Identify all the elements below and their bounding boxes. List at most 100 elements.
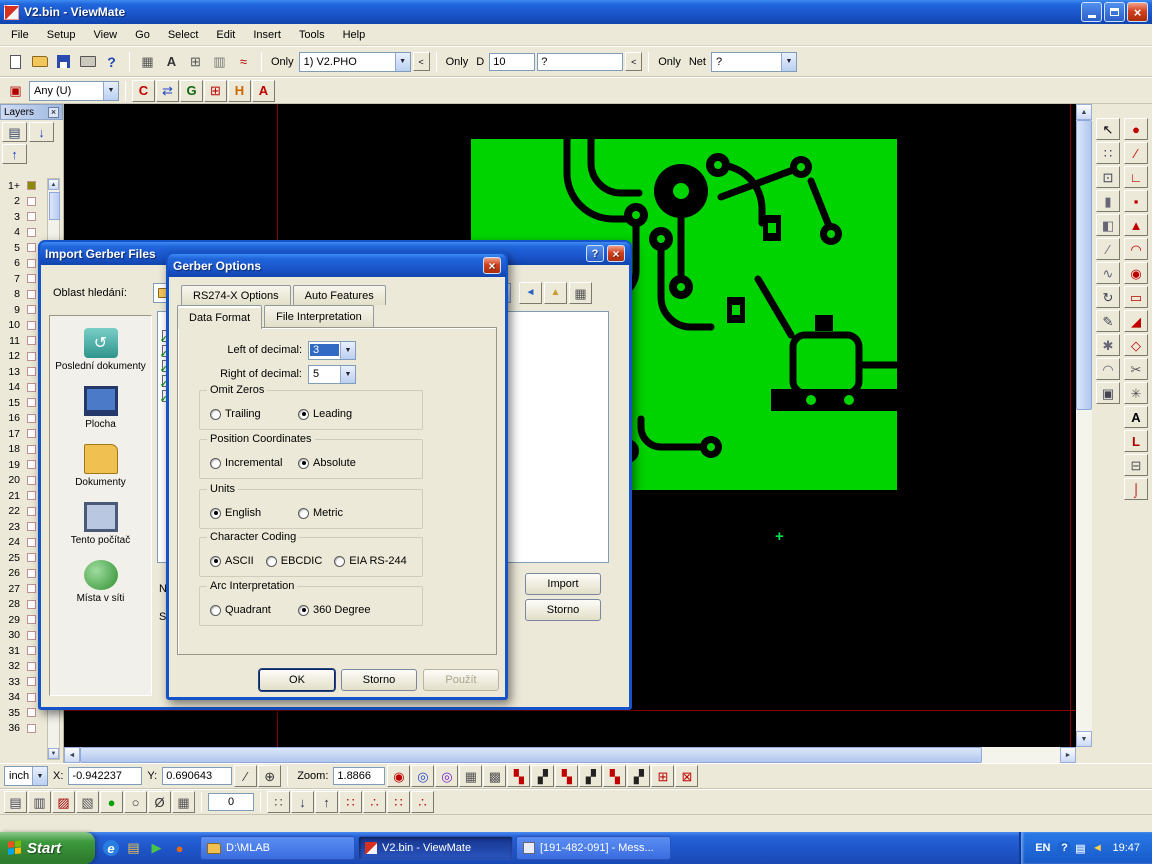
- layer-up-button[interactable]: ↑: [2, 144, 27, 164]
- layer-color-swatch[interactable]: [27, 429, 36, 438]
- x-coordinate-value[interactable]: -0.942237: [68, 767, 142, 785]
- menu-item[interactable]: Insert: [244, 26, 290, 44]
- dcode-input[interactable]: 10: [489, 53, 535, 71]
- restore-button[interactable]: [1104, 2, 1125, 22]
- scroll-up-icon[interactable]: ▲: [48, 179, 59, 190]
- left-of-decimal-combo[interactable]: 3 ▼: [308, 341, 356, 360]
- layer-color-swatch[interactable]: [27, 724, 36, 733]
- previous-layer-button[interactable]: <: [413, 52, 430, 71]
- pad-draw-icon[interactable]: ●: [1124, 118, 1148, 140]
- diameter-icon[interactable]: Ø: [148, 791, 171, 813]
- diamond-draw-icon[interactable]: ◇: [1124, 334, 1148, 356]
- taskbar-button[interactable]: V2.bin - ViewMate: [358, 836, 513, 860]
- grid-b-icon[interactable]: ▩: [483, 765, 506, 787]
- layer-row[interactable]: 36: [0, 721, 46, 737]
- pattern-4-icon[interactable]: ▞: [579, 765, 602, 787]
- menu-item[interactable]: View: [84, 26, 126, 44]
- browser-quick-icon[interactable]: ●: [171, 840, 188, 857]
- gerber-g-button[interactable]: G: [180, 80, 203, 102]
- mirror-tool-icon[interactable]: ◧: [1096, 214, 1120, 236]
- layer-color-swatch[interactable]: [27, 228, 36, 237]
- taskbar-button[interactable]: D:\MLAB: [200, 836, 355, 860]
- select-grid-icon[interactable]: ⊞: [651, 765, 674, 787]
- layer-color-swatch[interactable]: [27, 662, 36, 671]
- radio-360-degree[interactable]: 360 Degree: [298, 604, 371, 616]
- swap-arrows-button[interactable]: ⇄: [156, 80, 179, 102]
- overlay-icon[interactable]: ⊞: [184, 51, 207, 73]
- place-documents[interactable]: Dokumenty: [53, 444, 149, 488]
- anchor-down-icon[interactable]: ↓: [291, 791, 314, 813]
- scroll-right-icon[interactable]: ►: [1060, 747, 1076, 763]
- dcode-table-icon[interactable]: ▦: [136, 51, 159, 73]
- pencil-tool-icon[interactable]: ✎: [1096, 310, 1120, 332]
- layer-color-swatch[interactable]: [27, 367, 36, 376]
- only-net-label[interactable]: Only: [658, 56, 681, 68]
- flip-vertical-icon[interactable]: ▤: [4, 791, 27, 813]
- y-coordinate-value[interactable]: 0.690643: [162, 767, 232, 785]
- pattern-2-icon[interactable]: ▞: [531, 765, 554, 787]
- close-button[interactable]: ×: [1127, 2, 1148, 22]
- vertical-scroll-thumb[interactable]: [1076, 120, 1092, 410]
- origin-target-icon[interactable]: ⊕: [258, 765, 281, 787]
- layer-color-swatch[interactable]: [27, 553, 36, 562]
- layer-color-swatch[interactable]: [27, 336, 36, 345]
- place-network[interactable]: Místa v síti: [53, 560, 149, 604]
- back-icon[interactable]: ◄: [519, 282, 542, 304]
- ie-icon[interactable]: e: [103, 840, 119, 856]
- layer-color-swatch[interactable]: [27, 259, 36, 268]
- layer-color-swatch[interactable]: [27, 305, 36, 314]
- tab-auto-features[interactable]: Auto Features: [293, 285, 386, 305]
- layer-row[interactable]: 2: [0, 194, 46, 210]
- tray-help-icon[interactable]: ?: [1057, 841, 1071, 855]
- export-tool-icon[interactable]: ▣: [1096, 382, 1120, 404]
- pattern-1-icon[interactable]: ▚: [507, 765, 530, 787]
- zoom-value[interactable]: 1.8866: [333, 767, 385, 785]
- place-computer[interactable]: Tento počítač: [53, 502, 149, 546]
- taskbar-button[interactable]: [191-482-091] - Mess...: [516, 836, 671, 860]
- corner-draw-icon[interactable]: ◢: [1124, 310, 1148, 332]
- grid-a-icon[interactable]: ▦: [459, 765, 482, 787]
- layer-list-button[interactable]: ▤: [2, 122, 27, 142]
- count-spinner[interactable]: 0: [208, 793, 254, 811]
- open-file-icon[interactable]: [28, 51, 51, 73]
- save-file-icon[interactable]: [52, 51, 75, 73]
- dialog-help-button[interactable]: ?: [586, 245, 604, 262]
- radio-trailing[interactable]: Trailing: [210, 408, 298, 420]
- menu-item[interactable]: Select: [159, 26, 208, 44]
- layer-color-swatch[interactable]: [27, 321, 36, 330]
- slash-tool-icon[interactable]: ∕: [1096, 238, 1120, 260]
- pad-pattern-a-icon[interactable]: ∷: [339, 791, 362, 813]
- dialog-close-button[interactable]: ×: [607, 245, 625, 262]
- dimension-tool-icon[interactable]: L: [1124, 430, 1148, 452]
- select-mode-icon[interactable]: ▣: [4, 80, 27, 102]
- layer-row[interactable]: 3: [0, 209, 46, 225]
- net-trace-icon[interactable]: ≈: [232, 51, 255, 73]
- layer-color-swatch[interactable]: [27, 677, 36, 686]
- any-filter-combo[interactable]: Any (U) ▼: [29, 81, 119, 101]
- zoom-fit-icon[interactable]: ◎: [435, 765, 458, 787]
- gear-tool-icon[interactable]: ✳: [1124, 382, 1148, 404]
- status-led-icon[interactable]: ●: [100, 791, 123, 813]
- place-desktop[interactable]: Plocha: [53, 386, 149, 430]
- net-combo[interactable]: ? ▼: [711, 52, 797, 72]
- tab-data-format[interactable]: Data Format: [177, 305, 262, 329]
- folder-quick-icon[interactable]: ▤: [125, 840, 142, 857]
- pad-pattern-d-icon[interactable]: ∴: [411, 791, 434, 813]
- layer-color-swatch[interactable]: [27, 693, 36, 702]
- only-layer-label[interactable]: Only: [271, 56, 294, 68]
- hook-tool-icon[interactable]: ⌡: [1124, 478, 1148, 500]
- only-d-label[interactable]: Only: [446, 56, 469, 68]
- select-cross-icon[interactable]: ⊠: [675, 765, 698, 787]
- radio-eia-rs244[interactable]: EIA RS-244: [334, 555, 406, 567]
- help-icon[interactable]: ?: [100, 51, 123, 73]
- layer-color-swatch[interactable]: [27, 631, 36, 640]
- player-quick-icon[interactable]: ▶: [148, 840, 165, 857]
- scroll-down-icon[interactable]: ▼: [48, 748, 59, 759]
- pad-pattern-c-icon[interactable]: ∷: [387, 791, 410, 813]
- menu-item[interactable]: Help: [334, 26, 375, 44]
- new-file-icon[interactable]: [4, 51, 27, 73]
- radio-ascii[interactable]: ASCII: [210, 555, 254, 567]
- menu-item[interactable]: Setup: [38, 26, 85, 44]
- radio-leading[interactable]: Leading: [298, 408, 352, 420]
- layer-color-swatch[interactable]: [27, 507, 36, 516]
